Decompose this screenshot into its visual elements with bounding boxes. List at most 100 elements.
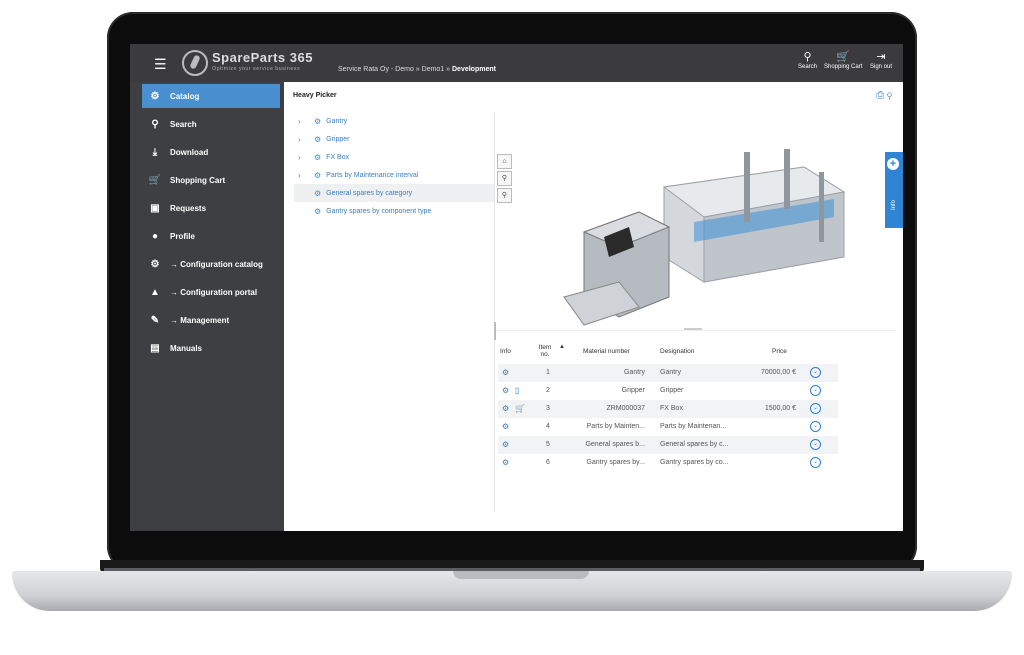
search-icon: ⚲ [501,175,508,182]
print-icon[interactable]: ⎙ [876,90,884,101]
sidebar-item-shopping-cart[interactable]: 🛒 Shopping Cart [142,168,280,192]
sidebar-item-profile[interactable]: ● Profile [142,224,280,248]
col-price[interactable]: Price [772,348,787,355]
table-row[interactable]: ⚙ 🛒 3 ZRM000037 FX Box 1500,00 € ⌄ [498,400,838,418]
cell-material: Parts by Mainten... [586,423,645,430]
chevron-right-icon[interactable]: › [298,153,308,162]
gear-icon[interactable]: ⚙ [502,422,509,431]
tree-item-gantry-spares[interactable]: ⚙ Gantry spares by component type [294,202,495,220]
cell-item-no: 4 [546,423,550,430]
document-icon[interactable]: ▯ [515,386,519,395]
breadcrumb-path[interactable]: Service Rata Oy - Demo » Demo1 » [338,66,450,73]
tree-item-label: Parts by Maintenance interval [326,171,419,179]
main-panel: Heavy Picker ⎙ ⚲ › ⚙ Gantry › ⚙ Gripper › ⚙ FX… [284,82,903,531]
chevron-down-icon[interactable]: ⌄ [810,457,821,468]
home-icon: ⌂ [502,158,507,165]
sidebar: ⚙ Catalog ⚲ Search ⤓ Download 🛒 Shopping Car… [130,82,284,531]
horizontal-splitter[interactable] [684,328,702,330]
cell-designation: Gantry [660,369,682,376]
info-tab-label: Info [891,199,898,211]
tree-item-gantry[interactable]: › ⚙ Gantry [294,112,495,130]
cell-material: ZRM000037 [606,405,645,412]
col-item-no[interactable]: Item no. [535,344,555,358]
chevron-down-icon[interactable]: ⌄ [810,385,821,396]
header-cart-button[interactable]: 🛒 Shopping Cart [824,50,862,70]
gear-icon[interactable]: ⚙ [502,368,509,377]
sidebar-item-configuration-catalog[interactable]: ⚙ → Configuration catalog [142,252,280,276]
gear-icon[interactable]: ⚙ [502,458,509,467]
sidebar-item-label: → Management [170,315,230,325]
cell-designation: Gantry spares by co... [660,459,729,466]
sidebar-item-catalog[interactable]: ⚙ Catalog [142,84,280,108]
sidebar-item-management[interactable]: ✎ → Management [142,308,280,332]
cell-item-no: 5 [546,441,550,448]
chevron-down-icon[interactable]: ⌄ [810,421,821,432]
cell-material: Gantry spares by... [586,459,645,466]
search-icon: ⚲ [501,192,508,199]
sidebar-item-label: → Configuration catalog [170,259,263,269]
col-info[interactable]: Info [500,348,511,355]
tree-item-maintenance[interactable]: › ⚙ Parts by Maintenance interval [294,166,495,184]
tree-item-label: FX Box [326,153,350,161]
chevron-down-icon[interactable]: ⌄ [810,367,821,378]
chevron-right-icon[interactable]: › [298,135,308,144]
laptop-notch [453,571,589,579]
gear-icon: ⚙ [314,170,322,180]
chevron-down-icon[interactable]: ⌄ [810,403,821,414]
home-button[interactable]: ⌂ [497,154,512,169]
cell-material: Gripper [621,387,645,394]
sidebar-item-requests[interactable]: ▣ Requests [142,196,280,220]
chevron-right-icon[interactable]: › [298,171,308,180]
chevron-right-icon[interactable]: › [298,117,308,126]
logo-icon [182,50,208,76]
gear-icon: ⚙ [314,134,322,144]
header-search-label: Search [798,64,818,70]
machine-3d-image[interactable] [544,147,864,327]
tree-item-gripper[interactable]: › ⚙ Gripper [294,130,495,148]
brand-name: SpareParts 365 [212,50,313,65]
sidebar-item-configuration-portal[interactable]: ▲ → Configuration portal [142,280,280,304]
cell-material: General spares b... [585,441,645,448]
chevron-down-icon[interactable]: ⌄ [810,439,821,450]
cart-icon: 🛒 [836,51,851,63]
cell-designation: Parts by Maintenan... [660,423,727,430]
table-row[interactable]: ⚙ ▯ 2 Gripper Gripper ⌄ [498,382,838,400]
machine-cabinet [563,211,671,326]
table-row[interactable]: ⚙ 4 Parts by Mainten... Parts by Mainten… [498,418,838,436]
zoom-button[interactable]: ⚲ [497,171,512,186]
gear-icon[interactable]: ⚙ [502,404,509,413]
table-row[interactable]: ⚙ 1 Gantry Gantry 70000,00 € ⌄ [498,364,838,382]
signout-button[interactable]: ⇥ Sign out [870,50,892,70]
panel-splitter[interactable] [494,322,496,340]
menu-icon[interactable]: ☰ [154,56,167,73]
info-side-tab[interactable]: + Info [885,152,903,228]
gear-icon: ⚙ [314,152,322,162]
sidebar-item-label: → Configuration portal [170,287,258,297]
parts-table: Info Item no. ▲ Material number Designat… [498,338,838,472]
sidebar-item-search[interactable]: ⚲ Search [142,112,280,136]
horizontal-divider [496,330,896,331]
gear-icon: ⚙ [314,206,322,216]
sort-asc-icon[interactable]: ▲ [559,344,565,350]
plus-icon[interactable]: + [887,158,899,170]
col-material-number[interactable]: Material number [583,348,630,355]
table-header: Info Item no. ▲ Material number Designat… [498,338,838,364]
sidebar-item-manuals[interactable]: ▤ Manuals [142,336,280,360]
gear-icon[interactable]: ⚙ [502,440,509,449]
search-icon[interactable]: ⚲ [887,90,892,101]
cell-material: Gantry [623,369,645,376]
zoom-out-button[interactable]: ⚲ [497,188,512,203]
cell-price: 70000,00 € [760,369,796,376]
gear-icon: ⚙ [314,116,322,126]
table-row[interactable]: ⚙ 5 General spares b... General spares b… [498,436,838,454]
tree-item-fx-box[interactable]: › ⚙ FX Box [294,148,495,166]
tree-item-general-spares[interactable]: ⚙ General spares by category [294,184,495,202]
cart-icon[interactable]: 🛒 [515,404,525,413]
table-row[interactable]: ⚙ 6 Gantry spares by... Gantry spares by… [498,454,838,472]
header-search-button[interactable]: ⚲ Search [798,50,817,70]
gear-icon[interactable]: ⚙ [502,386,509,395]
sidebar-item-label: Search [170,119,197,129]
sidebar-item-download[interactable]: ⤓ Download [142,140,280,164]
col-designation[interactable]: Designation [660,348,694,355]
cell-designation: Gripper [660,387,684,394]
